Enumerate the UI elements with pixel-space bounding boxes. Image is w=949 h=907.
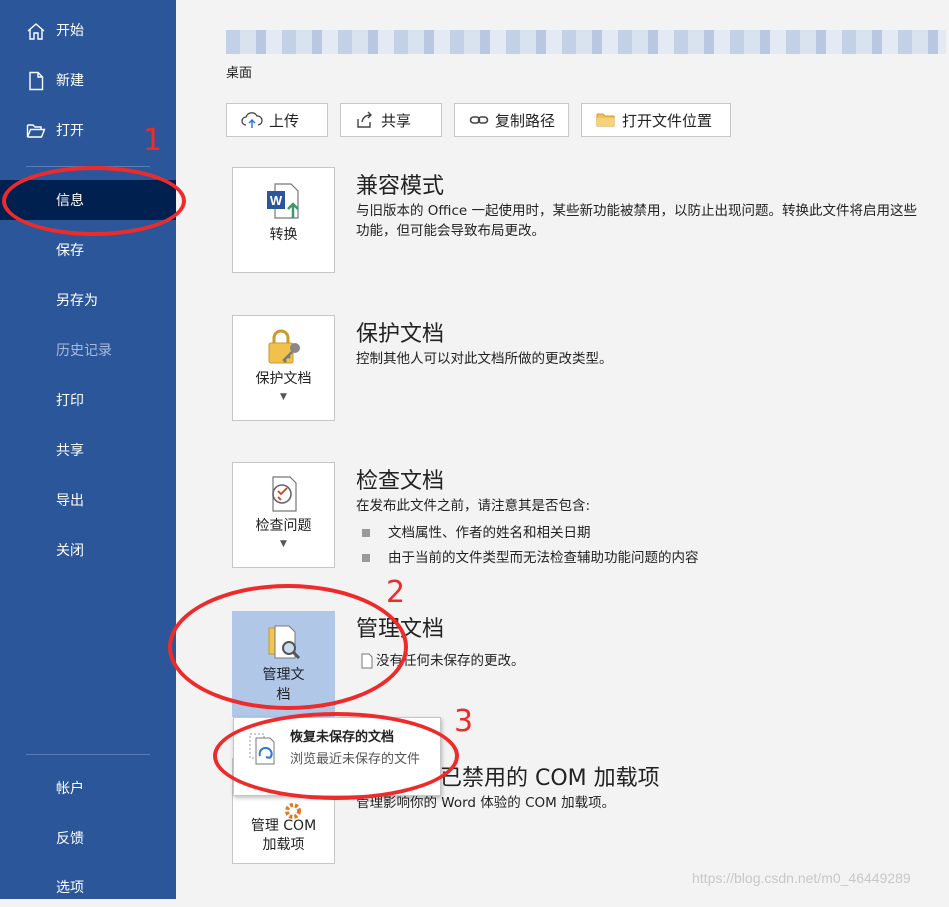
- manage-document-label-1: 管理文: [262, 667, 305, 683]
- protect-desc: 控制其他人可以对此文档所做的更改类型。: [356, 351, 613, 367]
- watermark: https://blog.csdn.net/m0_46449289: [692, 870, 911, 886]
- inspect-bullet: 文档属性、作者的姓名和相关日期: [362, 521, 591, 541]
- manage-com-label-1: 管理 COM: [250, 818, 317, 834]
- share-button[interactable]: 共享: [340, 103, 442, 137]
- manage-document-button[interactable]: 管理文 档: [232, 611, 335, 717]
- folder-icon: [596, 113, 615, 127]
- nav-share-label: 共享: [56, 443, 84, 459]
- sidebar-divider: [26, 166, 150, 167]
- manage-title: 管理文档: [356, 617, 445, 642]
- new-document-icon: [29, 71, 44, 91]
- nav-history-label: 历史记录: [56, 343, 112, 359]
- nav-share[interactable]: 共享: [0, 430, 176, 470]
- home-icon: [27, 23, 45, 40]
- nav-save-label: 保存: [56, 243, 84, 259]
- nav-print-label: 打印: [56, 393, 84, 409]
- recover-unsaved-title: 恢复未保存的文档: [290, 730, 395, 745]
- inspect-desc: 在发布此文件之前，请注意其是否包含:: [356, 498, 591, 514]
- manage-com-label-2: 加载项: [262, 837, 305, 853]
- nav-save-as[interactable]: 另存为: [0, 280, 176, 320]
- nav-export[interactable]: 导出: [0, 480, 176, 520]
- nav-options-label: 选项: [56, 880, 84, 896]
- annotation-number-3: 3: [454, 704, 474, 739]
- nav-open-label: 打开: [56, 123, 84, 139]
- bullet-square-icon: [362, 554, 370, 562]
- recover-unsaved-desc: 浏览最近未保存的文件: [290, 752, 421, 767]
- nav-account-label: 帐户: [56, 781, 84, 797]
- upload-button[interactable]: 上传: [226, 103, 328, 137]
- nav-account[interactable]: 帐户: [0, 768, 176, 808]
- bullet-square-icon: [362, 529, 370, 537]
- nav-export-label: 导出: [56, 493, 84, 509]
- nav-new-label: 新建: [56, 73, 84, 89]
- chevron-down-icon: ▼: [280, 392, 287, 402]
- com-title: 已禁用的 COM 加载项: [440, 766, 660, 791]
- nav-close[interactable]: 关闭: [0, 530, 176, 570]
- nav-home[interactable]: 开始: [0, 10, 176, 50]
- svg-text:W: W: [270, 193, 283, 208]
- sidebar-divider-bottom: [26, 754, 150, 755]
- folder-open-icon: [26, 124, 46, 138]
- nav-history: 历史记录: [0, 330, 176, 370]
- recover-document-icon: [249, 733, 275, 765]
- upload-label: 上传: [269, 111, 300, 130]
- convert-button[interactable]: W 转换: [232, 167, 335, 273]
- nav-close-label: 关闭: [56, 543, 84, 559]
- recover-unsaved-menu-item[interactable]: 恢复未保存的文档 浏览最近未保存的文件: [233, 717, 441, 796]
- inspect-title: 检查文档: [356, 469, 445, 494]
- document-icon: [361, 653, 373, 669]
- document-path: 桌面: [226, 66, 253, 81]
- manage-document-icon: [268, 625, 301, 660]
- nav-info-label: 信息: [56, 193, 84, 209]
- check-issues-button[interactable]: 检查问题 ▼: [232, 462, 335, 568]
- nav-info[interactable]: 信息: [0, 180, 176, 220]
- inspect-document-icon: [272, 476, 297, 512]
- inspect-bullet: 由于当前的文件类型而无法检查辅助功能问题的内容: [362, 546, 699, 566]
- open-location-button[interactable]: 打开文件位置: [581, 103, 731, 137]
- check-issues-label: 检查问题: [255, 518, 312, 534]
- annotation-number-1: 1: [143, 123, 163, 158]
- chevron-down-icon: ▼: [280, 539, 287, 549]
- com-desc: 管理影响你的 Word 体验的 COM 加载项。: [356, 795, 616, 811]
- copy-path-label: 复制路径: [495, 111, 556, 130]
- inspect-bullet-text: 文档属性、作者的姓名和相关日期: [388, 525, 591, 541]
- protect-document-label: 保护文档: [255, 371, 312, 387]
- nav-feedback-label: 反馈: [56, 831, 84, 847]
- share-icon: [357, 111, 372, 128]
- nav-feedback[interactable]: 反馈: [0, 818, 176, 858]
- inspect-bullet-text: 由于当前的文件类型而无法检查辅助功能问题的内容: [388, 550, 699, 566]
- copy-path-button[interactable]: 复制路径: [454, 103, 569, 137]
- open-location-label: 打开文件位置: [622, 111, 713, 130]
- annotation-number-2: 2: [386, 575, 406, 610]
- link-icon: [469, 116, 489, 124]
- manage-desc: 没有任何未保存的更改。: [376, 653, 525, 669]
- compat-desc: 与旧版本的 Office 一起使用时，某些新功能被禁用，以防止出现问题。转换此文…: [356, 203, 917, 239]
- manage-document-label-2: 档: [276, 687, 291, 703]
- document-title-redacted: [226, 30, 946, 54]
- protect-document-button[interactable]: 保护文档 ▼: [232, 315, 335, 421]
- word-convert-icon: W: [267, 183, 299, 219]
- cloud-upload-icon: [241, 112, 263, 128]
- nav-save[interactable]: 保存: [0, 230, 176, 270]
- nav-home-label: 开始: [56, 23, 84, 39]
- nav-options[interactable]: 选项: [0, 867, 176, 907]
- nav-save-as-label: 另存为: [56, 293, 98, 309]
- compat-title: 兼容模式: [356, 174, 445, 199]
- lock-key-icon: [268, 329, 300, 364]
- protect-title: 保护文档: [356, 322, 445, 347]
- nav-print[interactable]: 打印: [0, 380, 176, 420]
- convert-label: 转换: [269, 227, 298, 243]
- nav-new[interactable]: 新建: [0, 60, 176, 100]
- share-label: 共享: [381, 111, 412, 130]
